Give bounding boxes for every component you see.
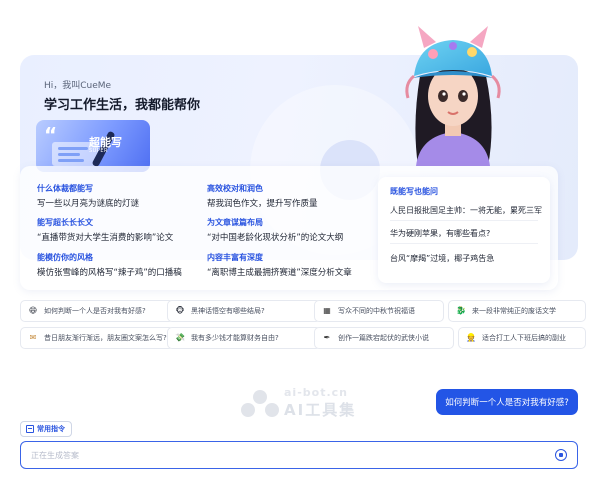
super-write-subtitle: SUPER [89,148,108,154]
feature-item[interactable]: 什么体裁都能写 写一些以月亮为谜底的灯谜 [37,183,139,209]
feature-example: “直播带货对大学生消费的影响”论文 [37,233,174,243]
emoji-face-icon: 😄 [28,306,38,315]
suggestion-chip[interactable]: ▦ 写众不同的中秋节祝福语 [314,300,444,322]
stop-icon [559,453,563,457]
feature-example: 模仿张雪峰的风格写“辣子鸡”的口播稿 [37,268,182,278]
user-message-bubble: 如何判断一个人是否对我有好感? [436,389,578,415]
feature-item[interactable]: 高效校对和润色 帮我润色作文，提升写作质量 [207,183,318,209]
feature-item[interactable]: 能写超长长长文 “直播带货对大学生消费的影响”论文 [37,217,173,243]
suggestion-label: 黑神话悟空有哪些结局? [191,307,265,315]
feature-example: “对中国老龄化现状分析”的论文大纲 [207,233,344,243]
divider [390,220,538,221]
suggestion-chip[interactable]: 👷 适合打工人下班后搞的副业 [458,327,586,349]
card-icon: ✉ [29,333,37,342]
feature-title: 什么体裁都能写 [37,184,93,193]
chat-input-box [20,441,578,469]
feature-item[interactable]: 能模仿你的风格 模仿张雪峰的风格写“辣子鸡”的口播稿 [37,252,182,278]
money-icon: 💸 [175,333,185,342]
hero-headline: 学习工作生活，我都能帮你 [44,98,201,113]
greeting-text: Hi，我叫CueMe [44,81,112,91]
book-icon: ▦ [323,306,331,315]
chat-input[interactable] [31,450,531,460]
suggestion-label: 适合打工人下班后搞的副业 [482,334,566,342]
feature-title: 内容丰富有深度 [207,253,263,262]
suggestion-chip[interactable]: 💸 我有多少钱才能算财务自由? [167,327,321,349]
suggestion-label: 昔日朋友渐行渐远，朋友圈文案怎么写? [44,334,167,342]
news-card: 既能写也能问 人民日报批国足主帅：一将无能，累死三军 华为硬刚苹果，有哪些看点?… [378,177,550,283]
watermark-name: AI工具集 [284,401,357,419]
divider [390,243,538,244]
suggestion-chip[interactable]: ✉ 昔日朋友渐行渐远，朋友圈文案怎么写? [20,327,174,349]
worker-icon: 👷 [466,333,476,342]
mascot-avatar [405,26,501,166]
feature-title: 能写超长长长文 [37,218,93,227]
pen-icon: ✒ [323,333,331,342]
watermark-url: ai-bot.cn [284,386,348,399]
feature-item[interactable]: 为文章谋篇布局 “对中国老龄化现状分析”的论文大纲 [207,217,343,243]
chinese-dragon-icon: 🐉 [456,306,466,315]
suggestion-label: 创作一篇跌宕起伏的武侠小说 [338,334,429,342]
news-item[interactable]: 台风“摩羯”过境，椰子鸡告急 [390,253,494,264]
suggestion-chip[interactable]: ✒ 创作一篇跌宕起伏的武侠小说 [314,327,454,349]
suggestion-chip[interactable]: 🐉 来一段非常纯正的废话文学 [448,300,586,322]
suggestion-chip[interactable]: 🐵 黑神话悟空有哪些结局? [167,300,321,322]
feature-example: “离职博主成最拥挤赛道”深度分析文章 [207,268,352,278]
common-commands-button[interactable]: 常用指令 [20,421,72,437]
suggestion-label: 来一段非常纯正的废话文学 [472,307,556,315]
watermark-logo-icon [241,390,279,417]
news-item[interactable]: 人民日报批国足主帅：一将无能，累死三军 [390,205,542,216]
suggestion-label: 写众不同的中秋节祝福语 [338,307,415,315]
news-item[interactable]: 华为硬刚苹果，有哪些看点? [390,228,490,239]
news-card-title: 既能写也能问 [390,187,438,196]
feature-title: 为文章谋篇布局 [207,218,263,227]
monkey-icon: 🐵 [175,306,185,315]
common-commands-label: 常用指令 [37,425,65,433]
feature-example: 帮我润色作文，提升写作质量 [207,199,318,209]
feature-title: 能模仿你的风格 [37,253,93,262]
suggestion-chip[interactable]: 😄 如何判断一个人是否对我有好感? [20,300,174,322]
feature-example: 写一些以月亮为谜底的灯谜 [37,199,140,209]
stop-generating-button[interactable] [555,449,567,461]
feature-title: 高效校对和润色 [207,184,263,193]
watermark: ai-bot.cn AI工具集 [240,386,370,420]
suggestion-label: 如何判断一个人是否对我有好感? [44,307,146,315]
feature-item[interactable]: 内容丰富有深度 “离职博主成最拥挤赛道”深度分析文章 [207,252,352,278]
command-icon [26,425,34,433]
suggestion-label: 我有多少钱才能算财务自由? [191,334,279,342]
